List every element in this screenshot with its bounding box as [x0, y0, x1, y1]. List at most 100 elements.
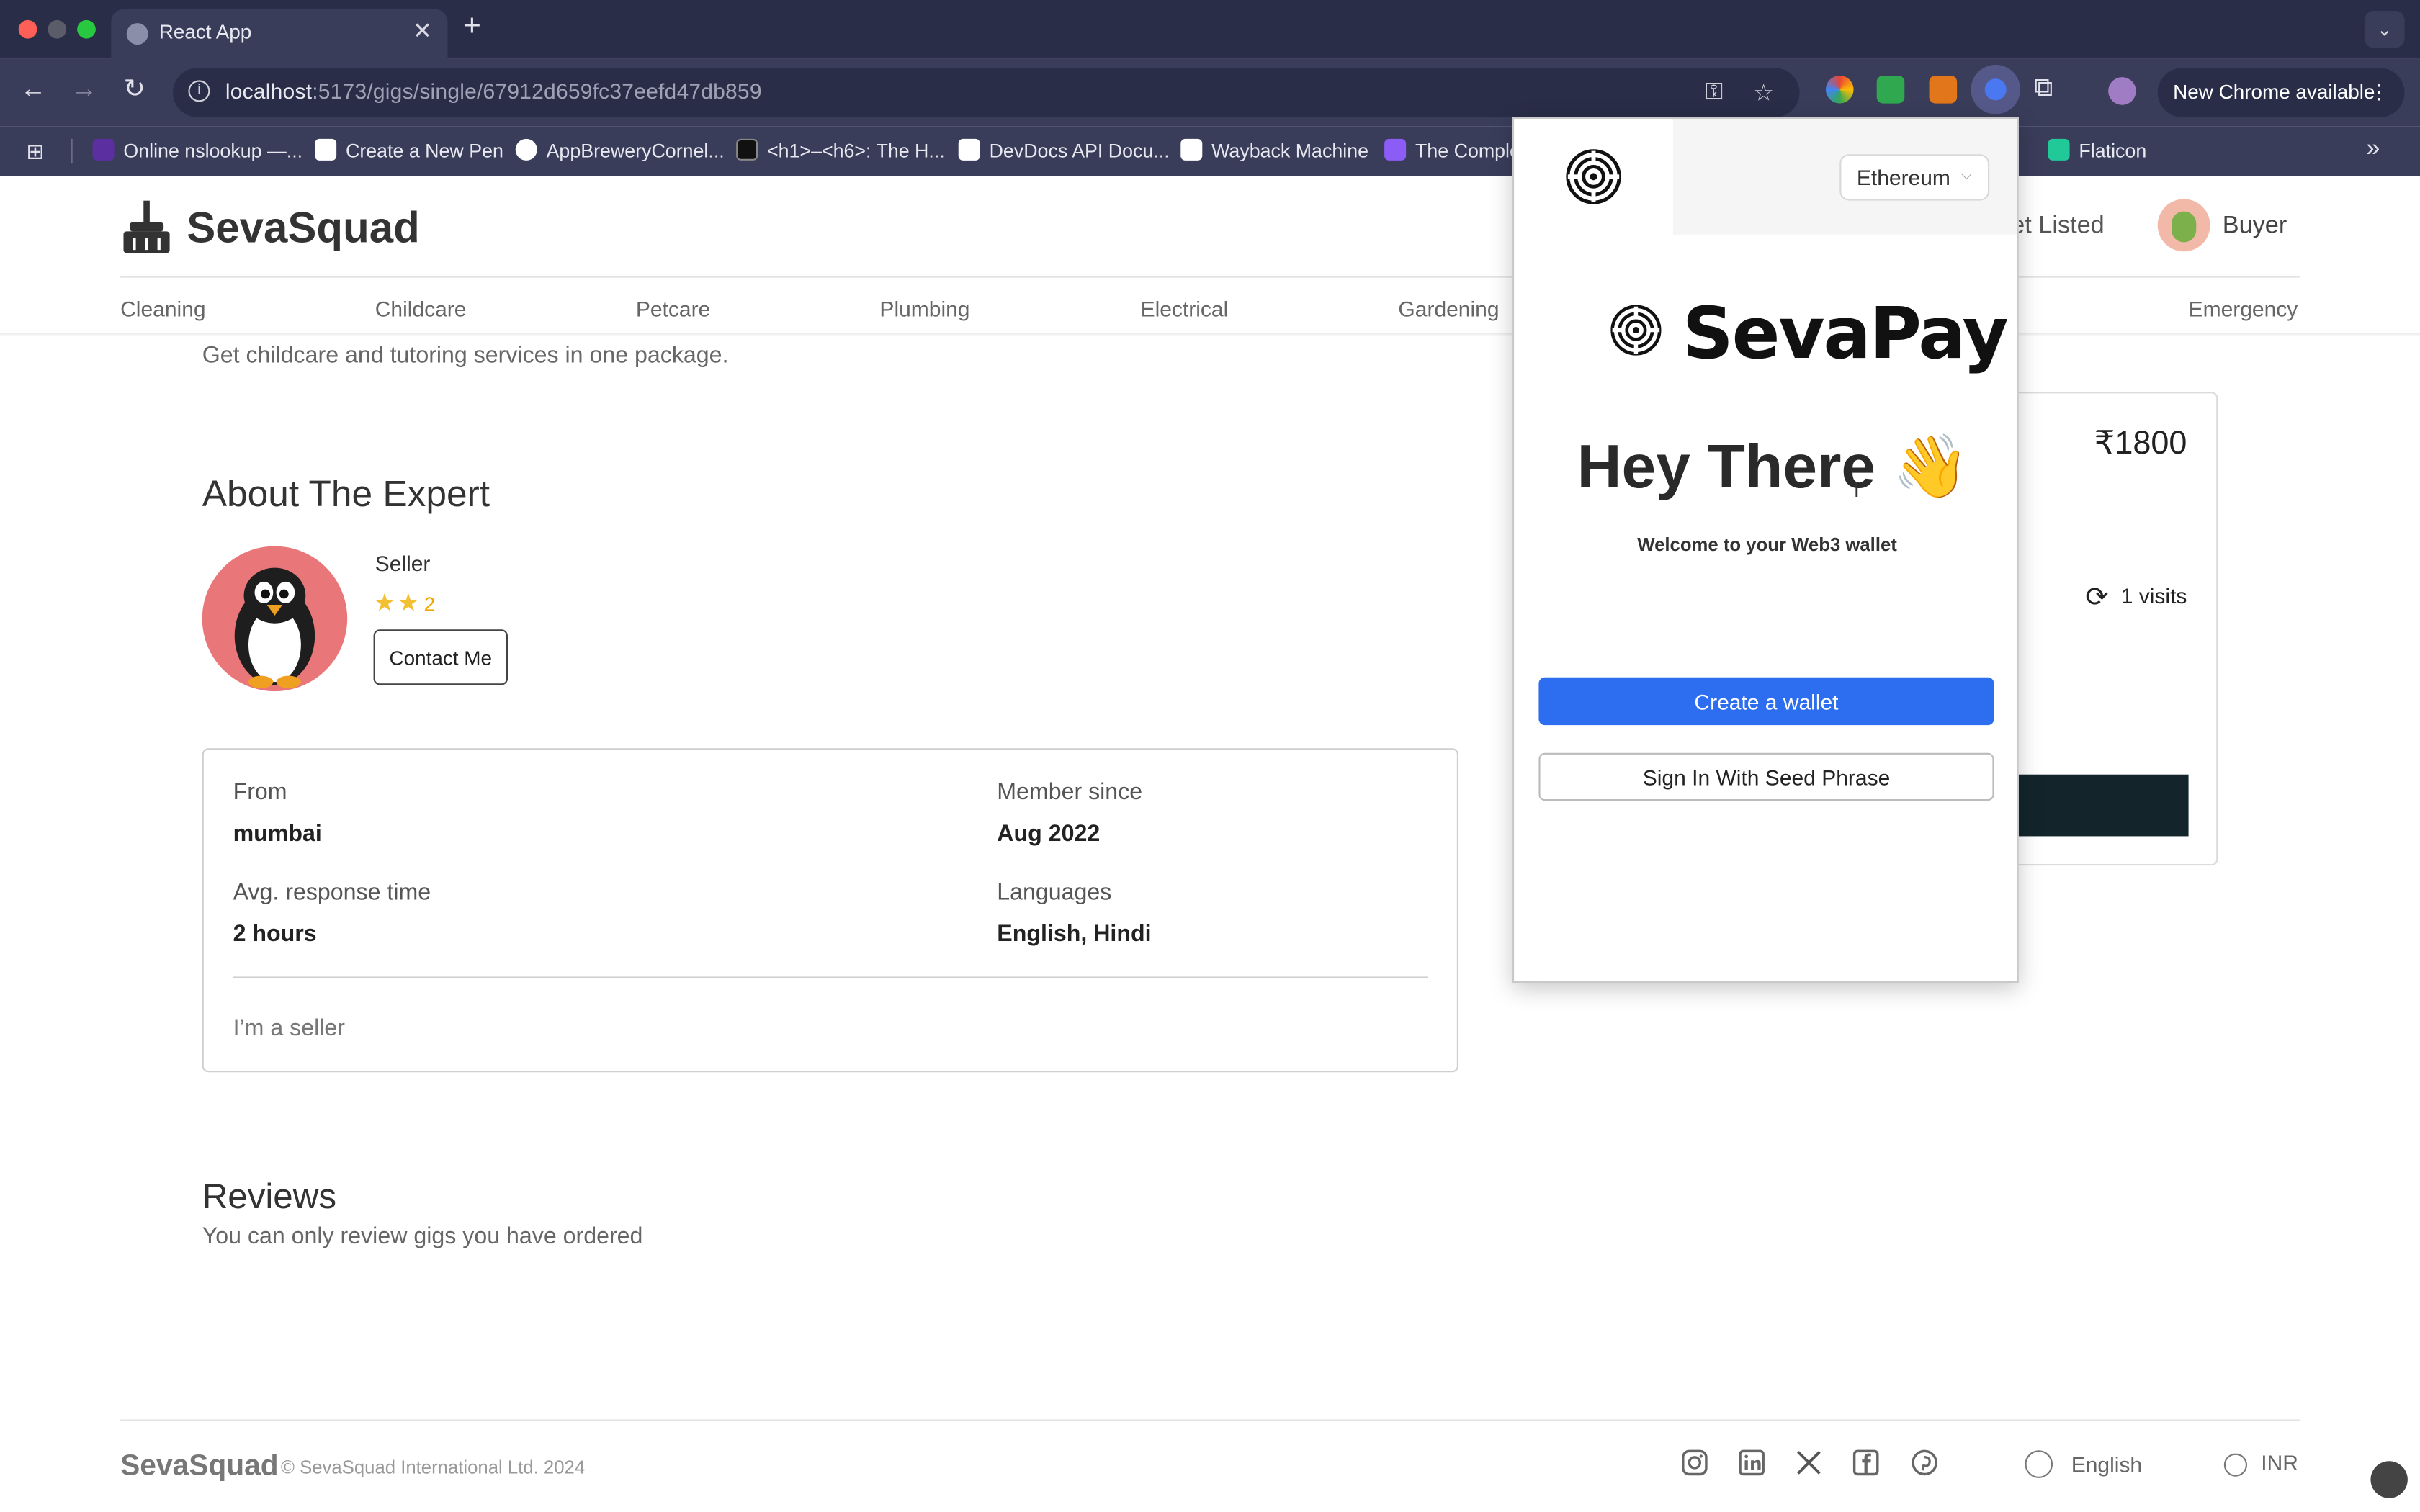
url-text[interactable]: localhost:5173/gigs/single/67912d659fc37…	[225, 78, 762, 103]
get-listed-link[interactable]: et Listed	[2011, 213, 2105, 241]
languages-label: Languages	[997, 879, 1112, 906]
tab-search-button[interactable]: ⌄	[2364, 11, 2405, 48]
bookmark-icon	[515, 138, 537, 161]
bookmark-item[interactable]: AppBreweryCornel...	[515, 138, 725, 162]
sevapay-extension-button[interactable]	[1971, 65, 2020, 114]
greeting-heading: Hey There 👋	[1577, 433, 1970, 502]
welcome-text: Welcome to your Web3 wallet	[1637, 534, 1897, 556]
site-info-icon[interactable]: i	[188, 80, 210, 102]
rating-stars: ★★ 2	[374, 588, 437, 618]
chevron-right-icon[interactable]: »	[2366, 136, 2380, 164]
seller-avatar	[202, 546, 348, 691]
category-link[interactable]: Petcare	[636, 296, 710, 320]
pinterest-icon[interactable]	[1911, 1449, 1939, 1477]
currency-selector[interactable]: INR	[2223, 1450, 2298, 1477]
refresh-icon: ⟳	[2085, 581, 2109, 613]
category-link[interactable]: Childcare	[375, 296, 467, 320]
star-icon: ★★	[373, 590, 421, 618]
facebook-icon[interactable]	[1852, 1449, 1880, 1477]
bookmark-item[interactable]: Create a New Pen	[315, 138, 503, 162]
address-bar[interactable]: i localhost:5173/gigs/single/67912d659fc…	[173, 68, 1800, 117]
color-picker-extension-icon[interactable]	[1826, 76, 1854, 104]
user-name[interactable]: Buyer	[2223, 213, 2287, 241]
chevron-down-icon: ⌵	[1960, 166, 1973, 184]
footer-copyright: © SevaSquad International Ltd. 2024	[281, 1456, 586, 1478]
category-link[interactable]: Cleaning	[120, 296, 205, 320]
close-tab-icon[interactable]: ✕	[413, 17, 432, 45]
price-value: ₹1800	[2094, 426, 2187, 462]
sevapay-logo-icon	[1566, 149, 1621, 204]
kebab-menu-icon[interactable]: ⋮	[2369, 68, 2389, 117]
from-label: From	[233, 779, 287, 806]
contact-me-button[interactable]: Contact Me	[373, 629, 508, 685]
instagram-icon[interactable]	[1681, 1449, 1709, 1477]
forward-icon[interactable]: →	[71, 74, 97, 105]
video-extension-icon[interactable]	[1876, 76, 1905, 104]
bookmark-icon	[2048, 138, 2070, 161]
bookmark-icon	[1384, 138, 1407, 161]
tab-strip: React App ✕ + ⌄	[0, 0, 2420, 59]
bookmark-item[interactable]: <h1>–<h6>: The H...	[736, 138, 945, 162]
about-heading: About The Expert	[202, 473, 490, 516]
reload-icon[interactable]: ↻	[123, 74, 145, 105]
response-time-value: 2 hours	[233, 921, 317, 948]
footer-divider	[120, 1419, 2300, 1421]
info-divider	[233, 976, 1428, 978]
bookmark-item[interactable]: Online nslookup —...	[92, 138, 302, 162]
seller-info-box: From mumbai Member since Aug 2022 Avg. r…	[202, 748, 1458, 1073]
category-bar-shadow	[0, 333, 2420, 337]
gig-intro: Get childcare and tutoring services in o…	[202, 342, 729, 369]
key-icon[interactable]: ⚿	[1706, 78, 1723, 104]
bookmark-item[interactable]: Wayback Machine	[1180, 138, 1368, 162]
bookmark-item[interactable]: The Comple	[1384, 138, 1520, 162]
create-wallet-button[interactable]: Create a wallet	[1538, 677, 1994, 726]
browser-toolbar: ← → ↻ i localhost:5173/gigs/single/67912…	[0, 58, 2420, 127]
category-link[interactable]: Gardening	[1398, 296, 1499, 320]
back-icon[interactable]: ←	[20, 74, 46, 105]
minimize-window-button[interactable]	[48, 19, 67, 39]
profile-avatar[interactable]	[2108, 77, 2136, 105]
wallet-header: Ethereum ⌵	[1514, 119, 2017, 235]
x-icon[interactable]	[1795, 1449, 1823, 1477]
browser-tab[interactable]: React App ✕	[111, 9, 448, 59]
wallet-popup: Ethereum ⌵ SevaPay Hey There 👋 Welcome t…	[1512, 117, 2019, 983]
close-window-button[interactable]	[18, 19, 37, 39]
linkedin-icon[interactable]	[1738, 1449, 1766, 1477]
bookmark-icon	[958, 138, 980, 161]
new-tab-button[interactable]: +	[463, 9, 481, 45]
bookmark-item[interactable]: DevDocs API Docu...	[958, 138, 1170, 162]
brand-name: SevaPay	[1682, 292, 2009, 375]
category-link[interactable]: Plumbing	[879, 296, 969, 320]
penguin-icon	[234, 567, 315, 688]
bookmark-icon	[1180, 138, 1203, 161]
reviews-note: You can only review gigs you have ordere…	[202, 1223, 643, 1250]
extensions-puzzle-icon[interactable]: ⧉	[2034, 73, 2053, 104]
tab-title: React App	[158, 19, 252, 44]
reviews-heading: Reviews	[202, 1175, 336, 1216]
user-avatar[interactable]	[2157, 199, 2210, 252]
bookmark-icon	[92, 138, 115, 161]
seed-phrase-signin-button[interactable]: Sign In With Seed Phrase	[1538, 752, 1994, 801]
footer-logo[interactable]: SevaSquad	[120, 1450, 279, 1484]
bookmark-star-icon[interactable]: ☆	[1753, 78, 1774, 106]
language-selector[interactable]: English	[2025, 1450, 2142, 1478]
response-time-label: Avg. response time	[233, 879, 431, 906]
globe-icon	[2025, 1450, 2053, 1478]
seller-description: I’m a seller	[233, 1015, 345, 1042]
metamask-extension-icon[interactable]	[1929, 76, 1958, 104]
page-content: SevaSquad et Listed Buyer Cleaning Child…	[0, 176, 2420, 1512]
member-since-value: Aug 2022	[997, 821, 1101, 847]
bookmark-item[interactable]: Flaticon	[2048, 138, 2146, 162]
text-cursor-icon: I	[1853, 477, 1860, 502]
globe-icon	[126, 23, 148, 45]
maximize-window-button[interactable]	[77, 19, 96, 39]
new-chrome-available-button[interactable]: New Chrome available ⋮	[2157, 68, 2405, 117]
category-link[interactable]: Electrical	[1141, 296, 1229, 320]
network-dropdown[interactable]: Ethereum ⌵	[1839, 154, 1990, 201]
chat-button[interactable]	[2370, 1461, 2408, 1498]
broom-icon	[123, 200, 170, 253]
category-link[interactable]: Emergency	[2189, 296, 2298, 320]
languages-value: English, Hindi	[997, 921, 1152, 948]
apps-grid-icon[interactable]: ⊞	[26, 139, 44, 165]
bookmarks-bar: ⊞ Online nslookup —... Create a New Pen …	[0, 126, 2420, 176]
